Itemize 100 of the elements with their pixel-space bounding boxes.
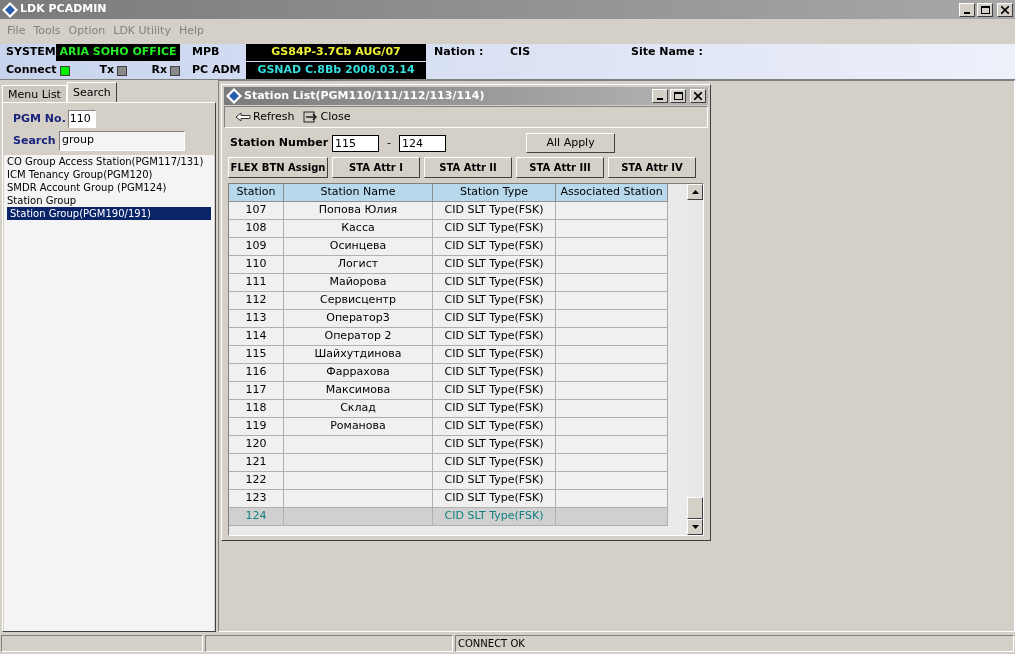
close-icon <box>1001 5 1009 14</box>
table-cell: 111 <box>229 274 284 292</box>
to-field[interactable]: 124 <box>399 134 447 152</box>
table-row[interactable]: 108 Касса CID SLT Type(FSK) <box>229 220 688 238</box>
all-apply-button[interactable]: All Apply <box>526 133 616 153</box>
result-item[interactable]: Station Group <box>4 194 214 207</box>
table-row[interactable]: 117 Максимова CID SLT Type(FSK) <box>229 382 688 400</box>
close-window-button[interactable]: Close <box>302 108 351 126</box>
app-logo-icon <box>2 1 18 18</box>
table-cell: 124 <box>229 508 284 526</box>
station-window-title: Station List(PGM110/111/112/113/114) <box>244 87 486 104</box>
indicator-label: Rx <box>151 62 167 79</box>
close-button[interactable] <box>997 2 1013 17</box>
panel-tab[interactable]: Menu List <box>2 85 67 102</box>
table-cell: Фаррахова <box>284 364 433 382</box>
minimize-button[interactable] <box>959 2 975 17</box>
attribute-button[interactable]: STA Attr III <box>516 157 604 178</box>
pc-adm-label: PC ADM <box>191 62 242 79</box>
result-item[interactable]: SMDR Account Group (PGM124) <box>4 181 214 194</box>
table-cell: 118 <box>229 400 284 418</box>
table-row[interactable]: 110 Логист CID SLT Type(FSK) <box>229 256 688 274</box>
table-row[interactable]: 123 CID SLT Type(FSK) <box>229 490 688 508</box>
table-row[interactable]: 120 CID SLT Type(FSK) <box>229 436 688 454</box>
table-cell: CID SLT Type(FSK) <box>433 256 556 274</box>
minimize-icon <box>964 11 970 14</box>
table-cell: 112 <box>229 292 284 310</box>
maximize-button[interactable] <box>977 2 993 17</box>
app-logo-icon <box>226 88 242 104</box>
table-row[interactable]: 121 CID SLT Type(FSK) <box>229 454 688 472</box>
attribute-button[interactable]: STA Attr I <box>332 157 420 178</box>
system-label: SYSTEM <box>6 44 56 61</box>
table-row[interactable]: 115 Шайхутдинова CID SLT Type(FSK) <box>229 346 688 364</box>
table-cell: CID SLT Type(FSK) <box>433 220 556 238</box>
column-header[interactable]: Station <box>229 184 284 202</box>
table-cell: CID SLT Type(FSK) <box>433 472 556 490</box>
table-row[interactable]: 109 Осинцева CID SLT Type(FSK) <box>229 238 688 256</box>
close-icon <box>694 92 702 100</box>
attribute-button[interactable]: STA Attr IV <box>608 157 696 178</box>
attribute-button[interactable]: STA Attr II <box>424 157 512 178</box>
table-row[interactable]: 122 CID SLT Type(FSK) <box>229 472 688 490</box>
table-cell: CID SLT Type(FSK) <box>433 238 556 256</box>
pgm-field[interactable]: 110 <box>67 110 96 128</box>
close-button[interactable] <box>690 89 706 103</box>
left-arrow-icon <box>235 112 251 122</box>
table-cell: Сервисцентр <box>284 292 433 310</box>
minimize-icon <box>657 98 663 100</box>
table-row[interactable]: 107 Попова Юлия CID SLT Type(FSK) <box>229 202 688 220</box>
scrollbar[interactable] <box>687 184 703 535</box>
table-row[interactable]: 118 Склад CID SLT Type(FSK) <box>229 400 688 418</box>
table-cell: 114 <box>229 328 284 346</box>
panel-tab[interactable]: Search <box>66 82 117 102</box>
table-row[interactable]: 112 Сервисцентр CID SLT Type(FSK) <box>229 292 688 310</box>
table-cell: 122 <box>229 472 284 490</box>
table-row[interactable]: 116 Фаррахова CID SLT Type(FSK) <box>229 364 688 382</box>
table-cell: CID SLT Type(FSK) <box>433 328 556 346</box>
from-field[interactable]: 115 <box>332 134 380 152</box>
maximize-icon <box>980 5 990 14</box>
result-item[interactable]: ICM Tenancy Group(PGM120) <box>4 168 214 181</box>
table-row[interactable]: 113 Оператор3 CID SLT Type(FSK) <box>229 310 688 328</box>
up-arrow-icon <box>691 190 699 194</box>
table-cell: 107 <box>229 202 284 220</box>
station-number-label: Station Number <box>230 134 329 151</box>
table-cell: 108 <box>229 220 284 238</box>
table-cell: Склад <box>284 400 433 418</box>
table-row[interactable]: 119 Романова CID SLT Type(FSK) <box>229 418 688 436</box>
table-cell: 121 <box>229 454 284 472</box>
table-row[interactable]: 111 Майорова CID SLT Type(FSK) <box>229 274 688 292</box>
column-header[interactable]: Station Type <box>433 184 556 202</box>
result-item[interactable]: Station Group(PGM190/191) <box>7 207 211 220</box>
table-cell: CID SLT Type(FSK) <box>433 508 556 526</box>
maximize-icon <box>673 92 683 100</box>
table-cell: Оператор3 <box>284 310 433 328</box>
search-field[interactable]: group <box>59 131 185 151</box>
table-cell: Оператор 2 <box>284 328 433 346</box>
table-cell: Логист <box>284 256 433 274</box>
scroll-up-button[interactable] <box>687 184 703 200</box>
column-header[interactable]: Associated Station <box>556 184 668 202</box>
table-cell: CID SLT Type(FSK) <box>433 310 556 328</box>
table-cell: CID SLT Type(FSK) <box>433 346 556 364</box>
table-cell: Касса <box>284 220 433 238</box>
table-row[interactable]: 114 Оператор 2 CID SLT Type(FSK) <box>229 328 688 346</box>
table-cell: CID SLT Type(FSK) <box>433 490 556 508</box>
range-dash: - <box>386 134 393 151</box>
scroll-thumb[interactable] <box>687 497 703 519</box>
system-value: ARIA SOHO OFFICE <box>56 44 180 61</box>
scroll-down-button[interactable] <box>687 519 703 535</box>
refresh-button[interactable]: Refresh <box>235 108 295 126</box>
table-cell: Максимова <box>284 382 433 400</box>
minimize-button[interactable] <box>652 89 668 103</box>
table-cell: CID SLT Type(FSK) <box>433 400 556 418</box>
status-message: CONNECT OK <box>455 635 1014 652</box>
exit-arrow-icon <box>302 111 319 123</box>
table-cell: 117 <box>229 382 284 400</box>
nation-label: Nation : <box>433 44 485 61</box>
maximize-button[interactable] <box>670 89 686 103</box>
table-cell: CID SLT Type(FSK) <box>433 436 556 454</box>
table-cell: CID SLT Type(FSK) <box>433 418 556 436</box>
attribute-button[interactable]: FLEX BTN Assign <box>228 157 328 178</box>
column-header[interactable]: Station Name <box>284 184 433 202</box>
result-item[interactable]: CO Group Access Station(PGM117/131) <box>4 155 214 168</box>
